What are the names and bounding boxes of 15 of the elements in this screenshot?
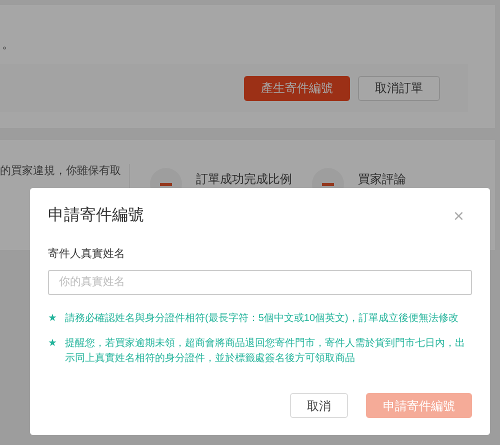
cancel-button[interactable]: 取消訂單 <box>358 76 440 100</box>
cancel-button[interactable]: 取消 <box>290 393 348 418</box>
stat-label: 買家評論 <box>358 171 406 188</box>
notice-text: 。 <box>2 38 14 50</box>
name-field[interactable]: 你的真實姓名 <box>48 270 472 294</box>
dialog-title: 申請寄件編號 <box>48 206 144 226</box>
submit-button[interactable]: 產生寄件編號 <box>244 76 350 100</box>
info-text: 的買家違規，你雖保有取 <box>0 164 122 179</box>
note-text: 請務必確認姓名與身分證件相符(最長字符：5個中文或10個英文)，訂單成立後便無法修改 <box>65 312 460 326</box>
note-text: 提醒您，若買家逾期未領，超商會將商品退回您寄件門市，寄件人需於貨到門市七日內，出示同上真實姓名相符的身分證件，並於標籤處簽名後方可領取商品 <box>65 336 466 366</box>
field-label: 寄件人真實姓名 <box>48 246 126 262</box>
star-icon: ★ <box>48 336 57 366</box>
close-button[interactable]: × <box>453 207 464 225</box>
stat-label: 訂單成功完成比例 <box>196 171 292 188</box>
star-icon: ★ <box>48 310 57 326</box>
